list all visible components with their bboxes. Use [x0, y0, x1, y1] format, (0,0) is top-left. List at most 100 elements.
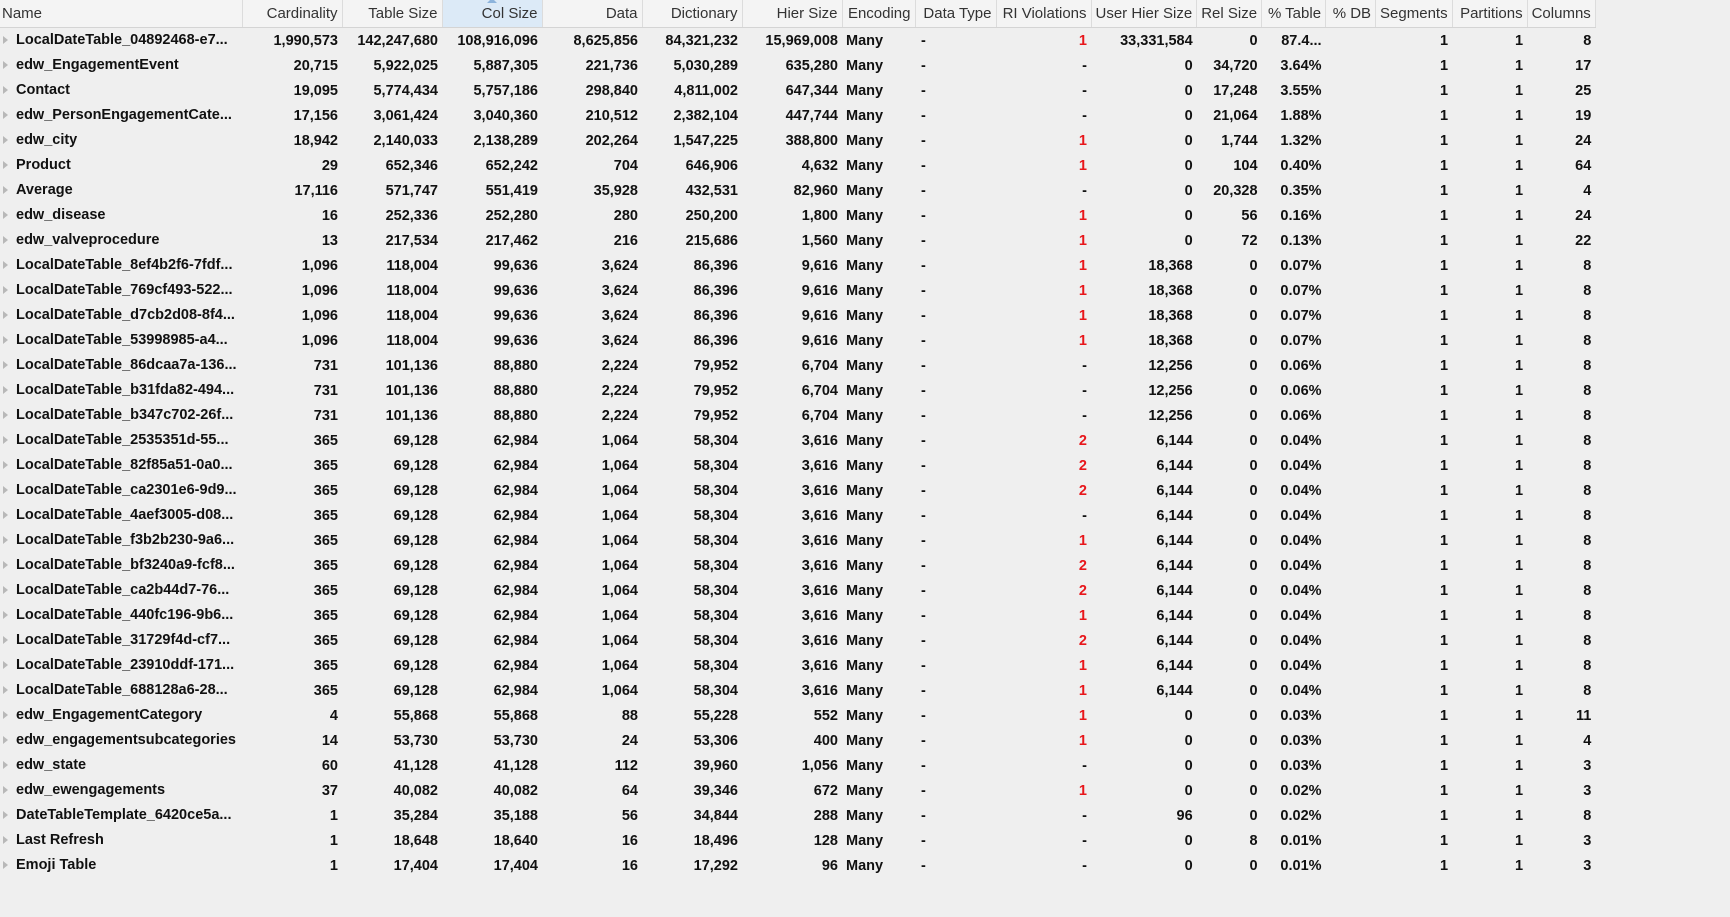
column-header-col-size[interactable]: Col Size: [442, 0, 543, 28]
table-row[interactable]: Emoji Table 1 17,404 17,404 16 17,292 96 Many - -…: [0, 853, 1595, 878]
table-row[interactable]: edw_valveprocedure 13 217,534 217,462 216 215…: [0, 228, 1595, 253]
table-row[interactable]: edw_disease 16 252,336 252,280 280 250,200 1,8…: [0, 203, 1595, 228]
expand-chevron-icon[interactable]: [3, 711, 8, 720]
table-row[interactable]: Last Refresh 1 18,648 18,640 16 18,496 128 Many…: [0, 828, 1595, 853]
table-row[interactable]: LocalDateTable_86dcaa7a-136... 731 101,136…: [0, 353, 1595, 378]
column-header-data-type[interactable]: Data Type: [915, 0, 997, 28]
expand-chevron-icon[interactable]: [3, 111, 8, 120]
expand-chevron-icon[interactable]: [3, 661, 8, 670]
table-row[interactable]: LocalDateTable_d7cb2d08-8f4... 1,096 118,0…: [0, 303, 1595, 328]
column-header-ri-violations[interactable]: RI Violations: [996, 0, 1092, 28]
expand-chevron-icon[interactable]: [3, 761, 8, 770]
cell-rel-size: 0: [1249, 307, 1258, 324]
table-row[interactable]: LocalDateTable_ca2301e6-9d9... 365 69,128 6…: [0, 478, 1595, 503]
expand-chevron-icon[interactable]: [3, 136, 8, 145]
expand-chevron-icon[interactable]: [3, 86, 8, 95]
column-header-encoding[interactable]: Encoding: [842, 0, 916, 28]
column-header-table-size[interactable]: Table Size: [342, 0, 443, 28]
table-row[interactable]: LocalDateTable_23910ddf-171... 365 69,128 6…: [0, 653, 1595, 678]
table-row[interactable]: Product 29 652,346 652,242 704 646,906 4,632 Ma…: [0, 153, 1595, 178]
table-row[interactable]: edw_state 60 41,128 41,128 112 39,960 1,056 Man…: [0, 753, 1595, 778]
table-row[interactable]: edw_EngagementCategory 4 55,868 55,868 88 55,…: [0, 703, 1595, 728]
table-row[interactable]: LocalDateTable_82f85a51-0a0... 365 69,128 6…: [0, 453, 1595, 478]
expand-chevron-icon[interactable]: [3, 386, 8, 395]
table-row[interactable]: LocalDateTable_31729f4d-cf7... 365 69,128 6…: [0, 628, 1595, 653]
expand-chevron-icon[interactable]: [3, 436, 8, 445]
table-row[interactable]: LocalDateTable_ca2b44d7-76... 365 69,128 62…: [0, 578, 1595, 603]
column-header-columns[interactable]: Columns: [1527, 0, 1596, 28]
column-header-pct-db[interactable]: % DB: [1325, 0, 1377, 28]
table-row[interactable]: DateTableTemplate_6420ce5a... 1 35,284 35,1…: [0, 803, 1595, 828]
column-header-cardinality[interactable]: Cardinality: [242, 0, 343, 28]
table-row[interactable]: edw_city 18,942 2,140,033 2,138,289 202,264 1…: [0, 128, 1595, 153]
column-header-dictionary[interactable]: Dictionary: [642, 0, 743, 28]
cell-ri-violations: 1: [1078, 732, 1087, 749]
table-row[interactable]: LocalDateTable_b347c702-26f... 731 101,136…: [0, 403, 1595, 428]
cell-table-size: 69,128: [393, 607, 438, 624]
cell-user-hier-size: 96: [1176, 807, 1193, 824]
expand-chevron-icon[interactable]: [3, 686, 8, 695]
cell-encoding: Many: [846, 82, 884, 99]
cell-cardinality: 1: [329, 832, 338, 849]
expand-chevron-icon[interactable]: [3, 611, 8, 620]
expand-chevron-icon[interactable]: [3, 486, 8, 495]
expand-chevron-icon[interactable]: [3, 636, 8, 645]
expand-chevron-icon[interactable]: [3, 36, 8, 45]
cell-table-size: 217,534: [385, 232, 438, 249]
table-row[interactable]: Contact 19,095 5,774,434 5,757,186 298,840 4,…: [0, 78, 1595, 103]
expand-chevron-icon[interactable]: [3, 861, 8, 870]
table-row[interactable]: edw_ewengagements 37 40,082 40,082 64 39,346 6…: [0, 778, 1595, 803]
column-header-hier-size[interactable]: Hier Size: [742, 0, 843, 28]
table-row[interactable]: edw_engagementsubcategories 14 53,730 53,73…: [0, 728, 1595, 753]
expand-chevron-icon[interactable]: [3, 461, 8, 470]
expand-chevron-icon[interactable]: [3, 61, 8, 70]
expand-chevron-icon[interactable]: [3, 361, 8, 370]
column-header-user-hier-size[interactable]: User Hier Size: [1091, 0, 1198, 28]
column-header-partitions[interactable]: Partitions: [1452, 0, 1528, 28]
expand-chevron-icon[interactable]: [3, 786, 8, 795]
column-header-pct-table[interactable]: % Table: [1261, 0, 1327, 28]
expand-chevron-icon[interactable]: [3, 336, 8, 345]
table-row[interactable]: LocalDateTable_688128a6-28... 365 69,128 62…: [0, 678, 1595, 703]
table-row[interactable]: LocalDateTable_769cf493-522... 1,096 118,0…: [0, 278, 1595, 303]
expand-chevron-icon[interactable]: [3, 411, 8, 420]
table-row[interactable]: LocalDateTable_4aef3005-d08... 365 69,128 6…: [0, 503, 1595, 528]
expand-chevron-icon[interactable]: [3, 186, 8, 195]
table-row[interactable]: LocalDateTable_f3b2b230-9a6... 365 69,128 6…: [0, 528, 1595, 553]
cell-dictionary: 86,396: [693, 257, 738, 274]
table-row[interactable]: LocalDateTable_440fc196-9b6... 365 69,128 6…: [0, 603, 1595, 628]
cell-partitions: 1: [1515, 832, 1524, 849]
table-row[interactable]: LocalDateTable_bf3240a9-fcf8... 365 69,128…: [0, 553, 1595, 578]
cell-data: 1,064: [601, 682, 638, 699]
expand-chevron-icon[interactable]: [3, 586, 8, 595]
table-row[interactable]: LocalDateTable_b31fda82-494... 731 101,136…: [0, 378, 1595, 403]
table-row[interactable]: LocalDateTable_53998985-a4... 1,096 118,00…: [0, 328, 1595, 353]
table-row[interactable]: LocalDateTable_2535351d-55... 365 69,128 62…: [0, 428, 1595, 453]
column-header-segments[interactable]: Segments: [1375, 0, 1453, 28]
expand-chevron-icon[interactable]: [3, 161, 8, 170]
expand-chevron-icon[interactable]: [3, 811, 8, 820]
table-row[interactable]: LocalDateTable_8ef4b2f6-7fdf... 1,096 118,…: [0, 253, 1595, 278]
expand-chevron-icon[interactable]: [3, 536, 8, 545]
table-row[interactable]: edw_PersonEngagementCate... 17,156 3,061,4…: [0, 103, 1595, 128]
column-header-data[interactable]: Data: [542, 0, 643, 28]
expand-chevron-icon[interactable]: [3, 261, 8, 270]
expand-chevron-icon[interactable]: [3, 236, 8, 245]
expand-chevron-icon[interactable]: [3, 211, 8, 220]
expand-chevron-icon[interactable]: [3, 311, 8, 320]
expand-chevron-icon[interactable]: [3, 511, 8, 520]
cell-user-hier-size: 0: [1184, 707, 1193, 724]
column-header-name[interactable]: Name: [0, 0, 243, 28]
table-name: LocalDateTable_769cf493-522...: [16, 282, 233, 299]
expand-chevron-icon[interactable]: [3, 736, 8, 745]
cell-hier-size: 6,704: [801, 382, 838, 399]
table-row[interactable]: edw_EngagementEvent 20,715 5,922,025 5,887,…: [0, 53, 1595, 78]
expand-chevron-icon[interactable]: [3, 836, 8, 845]
cell-pct-db: [1326, 503, 1376, 528]
table-row[interactable]: LocalDateTable_04892468-e7... 1,990,573 14…: [0, 28, 1595, 54]
column-header-rel-size[interactable]: Rel Size: [1196, 0, 1263, 28]
table-row[interactable]: Average 17,116 571,747 551,419 35,928 432,531…: [0, 178, 1595, 203]
expand-chevron-icon[interactable]: [3, 286, 8, 295]
cell-dictionary: 58,304: [693, 557, 738, 574]
expand-chevron-icon[interactable]: [3, 561, 8, 570]
